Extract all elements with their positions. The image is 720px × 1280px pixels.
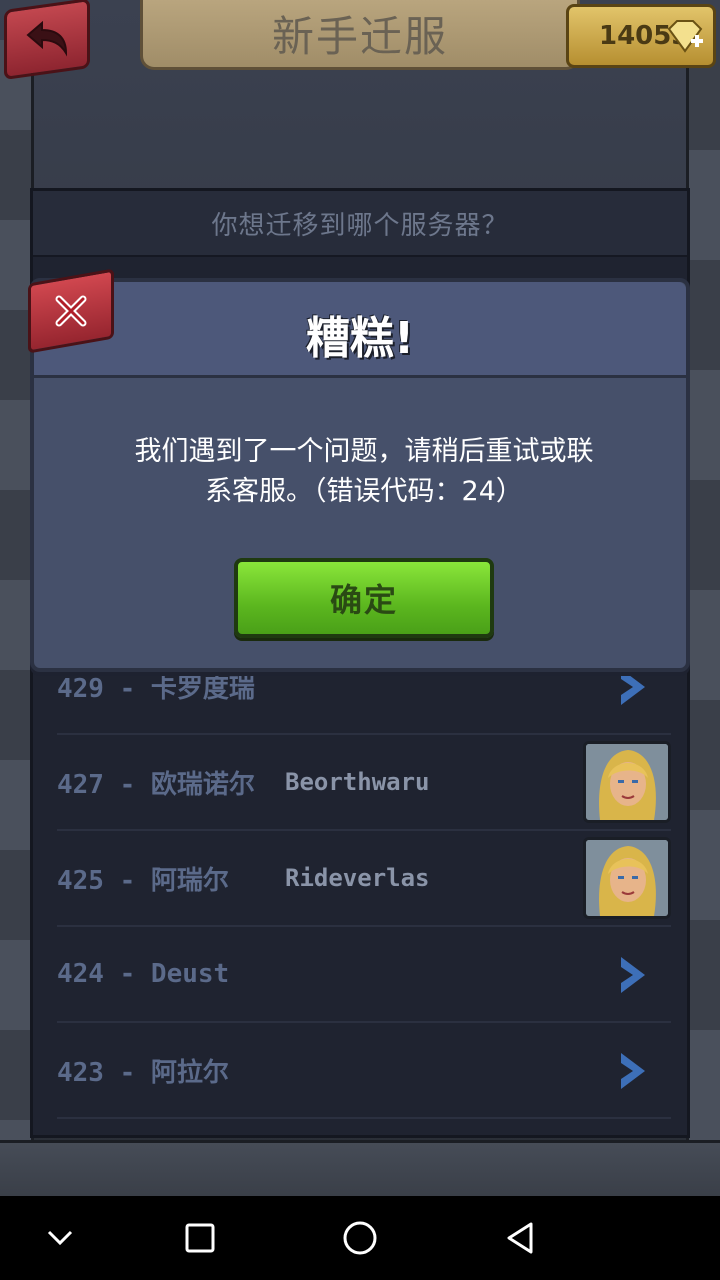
player-avatar [583, 741, 671, 823]
panel-header: 你想迁移到哪个服务器？ [33, 191, 687, 257]
chevron-right-icon [621, 957, 645, 993]
dialog-header: 糟糕! [34, 282, 686, 378]
square-icon [185, 1223, 215, 1253]
server-name: 423 - 阿拉尔 [57, 1057, 229, 1088]
back-nav-button[interactable] [500, 1218, 540, 1258]
chevron-right-icon [621, 669, 645, 705]
server-row[interactable]: 425 - 阿瑞尔 Rideverlas [57, 831, 671, 927]
chevron-right-icon [621, 1053, 645, 1089]
player-avatar [583, 837, 671, 919]
title-banner: 新手迁服 [140, 0, 580, 70]
hide-keyboard-button[interactable] [40, 1218, 80, 1258]
dialog-message-line2: 系客服。（错误代码：24） [205, 476, 523, 507]
server-name: 427 - 欧瑞诺尔 [57, 769, 255, 800]
stone-frame-bottom [0, 1140, 720, 1196]
server-name: 424 - Deust [57, 959, 230, 989]
server-name: 425 - 阿瑞尔 [57, 865, 229, 896]
blonde-hero-portrait-icon [586, 744, 668, 820]
dialog-message-line1: 我们遇到了一个问题，请稍后重试或联 [134, 436, 594, 467]
stone-frame-left [0, 40, 34, 1190]
ok-button[interactable]: 确定 [234, 558, 494, 638]
server-question: 你想迁移到哪个服务器？ [211, 210, 509, 241]
page-title: 新手迁服 [271, 12, 448, 61]
server-player-name: Rideverlas [285, 864, 430, 892]
triangle-back-icon [507, 1222, 533, 1254]
system-nav-bar [0, 1196, 720, 1280]
recent-apps-button[interactable] [180, 1218, 220, 1258]
dialog-title: 糟糕! [305, 313, 415, 364]
home-button[interactable] [340, 1218, 380, 1258]
gem-counter[interactable]: 14053 [566, 4, 716, 68]
gem-plus-icon [667, 20, 703, 53]
back-arrow-icon [26, 21, 68, 57]
ok-button-label: 确定 [329, 581, 398, 619]
close-icon [55, 295, 87, 327]
dialog-body: 我们遇到了一个问题，请稍后重试或联 系客服。（错误代码：24） [84, 432, 644, 512]
server-player-name: Beorthwaru [285, 768, 430, 796]
stone-frame-right [686, 40, 720, 1190]
blonde-hero-portrait-icon [586, 840, 668, 916]
chevron-down-icon [47, 1230, 73, 1246]
server-row[interactable]: 427 - 欧瑞诺尔 Beorthwaru [57, 735, 671, 831]
circle-icon [343, 1221, 377, 1255]
server-name: 429 - 卡罗度瑞 [57, 673, 255, 704]
server-row[interactable]: 424 - Deust [57, 927, 671, 1023]
server-row[interactable]: 423 - 阿拉尔 [57, 1023, 671, 1119]
back-button[interactable] [4, 0, 90, 81]
